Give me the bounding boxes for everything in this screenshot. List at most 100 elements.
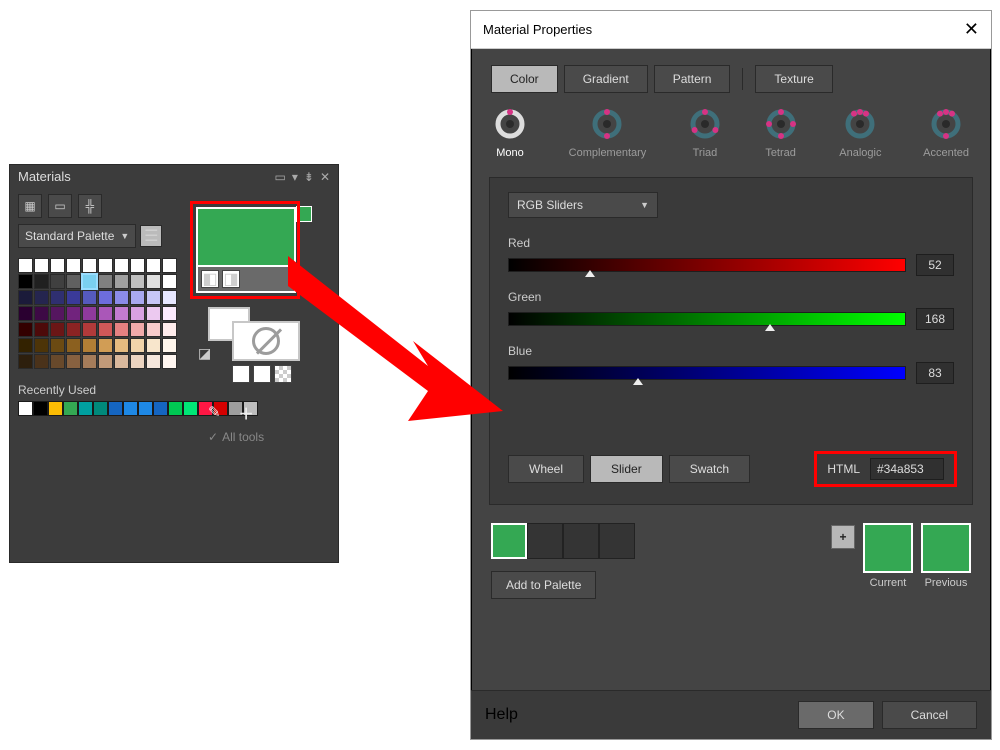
view-swatch[interactable]: Swatch — [669, 455, 750, 483]
swatch[interactable] — [18, 354, 33, 369]
palette-select[interactable]: Standard Palette ▼ — [18, 224, 136, 248]
swatch[interactable] — [114, 338, 129, 353]
swatch[interactable] — [130, 306, 145, 321]
add-material-icon[interactable]: ＋ — [239, 403, 254, 424]
grid-view-button[interactable]: ▦ — [18, 194, 42, 218]
swatch[interactable] — [146, 322, 161, 337]
swatch[interactable] — [34, 322, 49, 337]
swatch[interactable] — [18, 274, 33, 289]
swatch[interactable] — [18, 306, 33, 321]
view-wheel[interactable]: Wheel — [508, 455, 584, 483]
swatch[interactable] — [18, 290, 33, 305]
eyedropper-icon[interactable]: ✎ — [208, 403, 221, 424]
add-current-button[interactable]: + — [831, 525, 855, 549]
blue-value[interactable]: 83 — [916, 362, 954, 384]
recent-swatch[interactable] — [93, 401, 108, 416]
swatch[interactable] — [82, 258, 97, 273]
swatch[interactable] — [50, 258, 65, 273]
add-to-palette-button[interactable]: Add to Palette — [491, 571, 596, 599]
swatch[interactable] — [162, 258, 177, 273]
swatch[interactable] — [50, 354, 65, 369]
recent-swatch[interactable] — [153, 401, 168, 416]
swatch[interactable] — [130, 354, 145, 369]
swatch[interactable] — [34, 354, 49, 369]
swatch[interactable] — [50, 306, 65, 321]
swatch[interactable] — [98, 338, 113, 353]
recent-swatch[interactable] — [138, 401, 153, 416]
close-icon[interactable]: ✕ — [964, 19, 979, 40]
green-slider-thumb[interactable] — [765, 324, 775, 331]
swap-fg-bg-icon[interactable]: ◪ — [198, 345, 211, 362]
harmony-tetrad[interactable]: Tetrad — [764, 107, 798, 159]
recent-swatch[interactable] — [168, 401, 183, 416]
harmony-analogic[interactable]: Analogic — [839, 107, 881, 159]
custom-slot-4[interactable] — [599, 523, 635, 559]
swatch[interactable] — [162, 322, 177, 337]
palette-manage-button[interactable]: ☰ — [140, 225, 162, 247]
green-slider[interactable] — [508, 312, 906, 326]
tab-color[interactable]: Color — [491, 65, 558, 93]
recent-swatch[interactable] — [183, 401, 198, 416]
swatch[interactable] — [146, 306, 161, 321]
swatch[interactable] — [82, 274, 97, 289]
swatch[interactable] — [82, 354, 97, 369]
recent-swatch[interactable] — [63, 401, 78, 416]
blue-slider-thumb[interactable] — [633, 378, 643, 385]
swatch[interactable] — [114, 258, 129, 273]
swatch[interactable] — [50, 338, 65, 353]
swatch[interactable] — [114, 274, 129, 289]
html-color-input[interactable]: #34a853 — [870, 458, 944, 480]
swatch[interactable] — [50, 322, 65, 337]
swatch[interactable] — [66, 322, 81, 337]
recent-swatch[interactable] — [123, 401, 138, 416]
swatch[interactable] — [146, 354, 161, 369]
swatch[interactable] — [98, 306, 113, 321]
swatch[interactable] — [98, 258, 113, 273]
swatch[interactable] — [146, 274, 161, 289]
view-slider[interactable]: Slider — [590, 455, 663, 483]
swatch[interactable] — [162, 274, 177, 289]
custom-slot-2[interactable] — [527, 523, 563, 559]
swatch[interactable] — [34, 274, 49, 289]
recent-swatch[interactable] — [108, 401, 123, 416]
swatch[interactable] — [34, 306, 49, 321]
tab-gradient[interactable]: Gradient — [564, 65, 648, 93]
swatch[interactable] — [66, 354, 81, 369]
tab-texture[interactable]: Texture — [755, 65, 832, 93]
harmony-triad[interactable]: Triad — [688, 107, 722, 159]
help-link[interactable]: Help — [485, 706, 518, 724]
green-value[interactable]: 168 — [916, 308, 954, 330]
red-slider-thumb[interactable] — [585, 270, 595, 277]
ok-button[interactable]: OK — [798, 701, 873, 729]
swatch[interactable] — [162, 290, 177, 305]
recent-swatch[interactable] — [18, 401, 33, 416]
swatch[interactable] — [82, 290, 97, 305]
swatch[interactable] — [34, 258, 49, 273]
recent-swatch[interactable] — [48, 401, 63, 416]
all-tools-toggle[interactable]: ✓ All tools — [208, 430, 264, 444]
swatch[interactable] — [66, 338, 81, 353]
pin-icon[interactable]: ⇟ — [304, 170, 314, 184]
custom-slot-3[interactable] — [563, 523, 599, 559]
swatch[interactable] — [82, 338, 97, 353]
swatch[interactable] — [162, 354, 177, 369]
slider-mode-select[interactable]: RGB Sliders ▼ — [508, 192, 658, 218]
close-panel-icon[interactable]: ✕ — [320, 170, 330, 184]
swatch[interactable] — [130, 322, 145, 337]
recent-swatch[interactable] — [33, 401, 48, 416]
swatch[interactable] — [130, 290, 145, 305]
swatch[interactable] — [98, 274, 113, 289]
red-slider[interactable] — [508, 258, 906, 272]
custom-slot-1[interactable] — [491, 523, 527, 559]
swatch[interactable] — [98, 354, 113, 369]
swatch[interactable] — [50, 290, 65, 305]
swatch[interactable] — [66, 306, 81, 321]
swatch[interactable] — [130, 274, 145, 289]
swatch[interactable] — [146, 290, 161, 305]
swatch[interactable] — [98, 290, 113, 305]
dropdown-icon[interactable]: ▾ — [292, 170, 298, 184]
harmony-complementary[interactable]: Complementary — [569, 107, 647, 159]
blue-slider[interactable] — [508, 366, 906, 380]
dock-icon[interactable]: ▭ — [275, 170, 286, 184]
red-value[interactable]: 52 — [916, 254, 954, 276]
